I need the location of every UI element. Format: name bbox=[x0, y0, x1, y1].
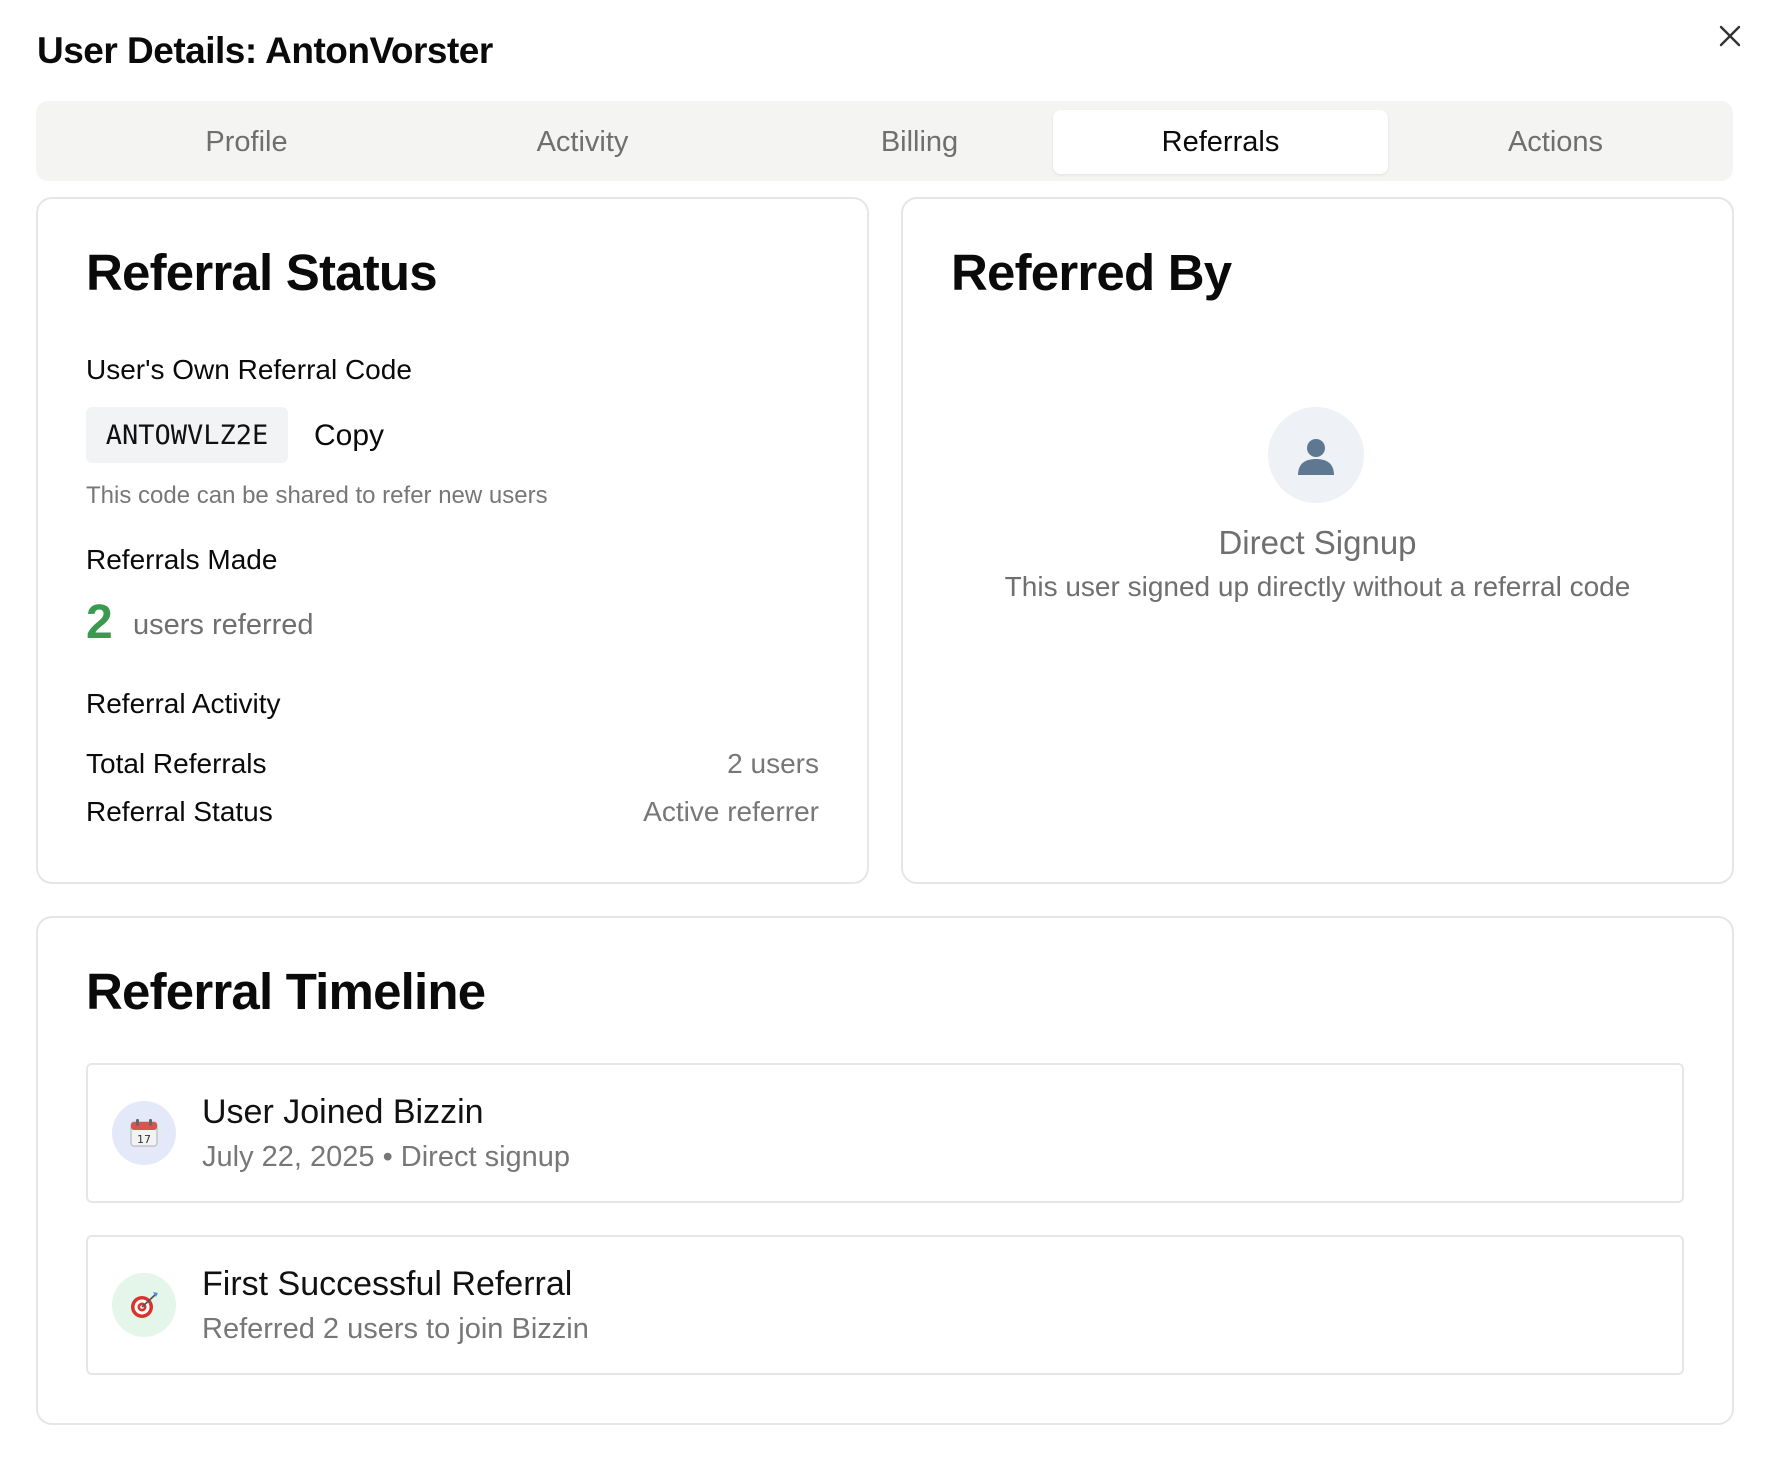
avatar bbox=[1268, 407, 1364, 503]
referral-timeline-title: Referral Timeline bbox=[86, 963, 486, 1020]
referrals-made-label: Referrals Made bbox=[86, 544, 278, 575]
referral-status-title: Referral Status bbox=[86, 244, 438, 301]
copy-button[interactable]: Copy bbox=[304, 411, 394, 461]
timeline-item-subtitle: July 22, 2025 • Direct signup bbox=[202, 1141, 571, 1173]
dialog-title: User Details: AntonVorster bbox=[37, 30, 493, 71]
tab-bar: Profile Activity Billing Referrals Actio… bbox=[36, 101, 1733, 181]
direct-signup-text: This user signed up directly without a r… bbox=[1004, 571, 1631, 602]
tab-profile[interactable]: Profile bbox=[79, 110, 414, 174]
tab-billing[interactable]: Billing bbox=[752, 110, 1087, 174]
referrals-made-text: users referred bbox=[133, 609, 314, 641]
calendar-icon: 17 bbox=[130, 1119, 158, 1147]
timeline-item-subtitle: Referred 2 users to join Bizzin bbox=[202, 1313, 589, 1345]
referral-activity-label: Referral Activity bbox=[86, 688, 281, 719]
svg-text:17: 17 bbox=[137, 1133, 151, 1146]
total-referrals-value: 2 users bbox=[727, 748, 819, 779]
tab-referrals[interactable]: Referrals bbox=[1053, 110, 1388, 174]
total-referrals-label: Total Referrals bbox=[86, 748, 267, 779]
timeline-icon-wrap bbox=[112, 1273, 176, 1337]
user-silhouette-icon bbox=[1298, 439, 1334, 475]
code-hint: This code can be shared to refer new use… bbox=[86, 482, 548, 509]
close-button[interactable] bbox=[1712, 18, 1748, 54]
referral-code: ANTOWVLZ2E bbox=[86, 407, 288, 463]
timeline-item: 17 User Joined Bizzin July 22, 2025 • Di… bbox=[86, 1063, 1684, 1203]
tab-activity[interactable]: Activity bbox=[415, 110, 750, 174]
referred-by-title: Referred By bbox=[951, 244, 1232, 301]
referral-timeline-card: Referral Timeline 17 User Joined Bizzin … bbox=[36, 916, 1734, 1425]
referral-status-card: Referral Status User's Own Referral Code… bbox=[36, 197, 869, 884]
timeline-item-title: First Successful Referral bbox=[202, 1265, 573, 1303]
tab-actions[interactable]: Actions bbox=[1388, 110, 1723, 174]
timeline-item: First Successful Referral Referred 2 use… bbox=[86, 1235, 1684, 1375]
own-code-label: User's Own Referral Code bbox=[86, 354, 412, 385]
referral-status-value: Active referrer bbox=[643, 796, 819, 827]
timeline-icon-wrap: 17 bbox=[112, 1101, 176, 1165]
referral-status-label: Referral Status bbox=[86, 796, 273, 827]
referred-by-card: Referred By Direct Signup This user sign… bbox=[901, 197, 1734, 884]
close-icon bbox=[1719, 25, 1741, 47]
timeline-item-title: User Joined Bizzin bbox=[202, 1093, 484, 1131]
direct-signup-title: Direct Signup bbox=[1218, 524, 1417, 561]
referrals-made-count: 2 bbox=[86, 596, 113, 649]
target-icon bbox=[131, 1292, 158, 1318]
